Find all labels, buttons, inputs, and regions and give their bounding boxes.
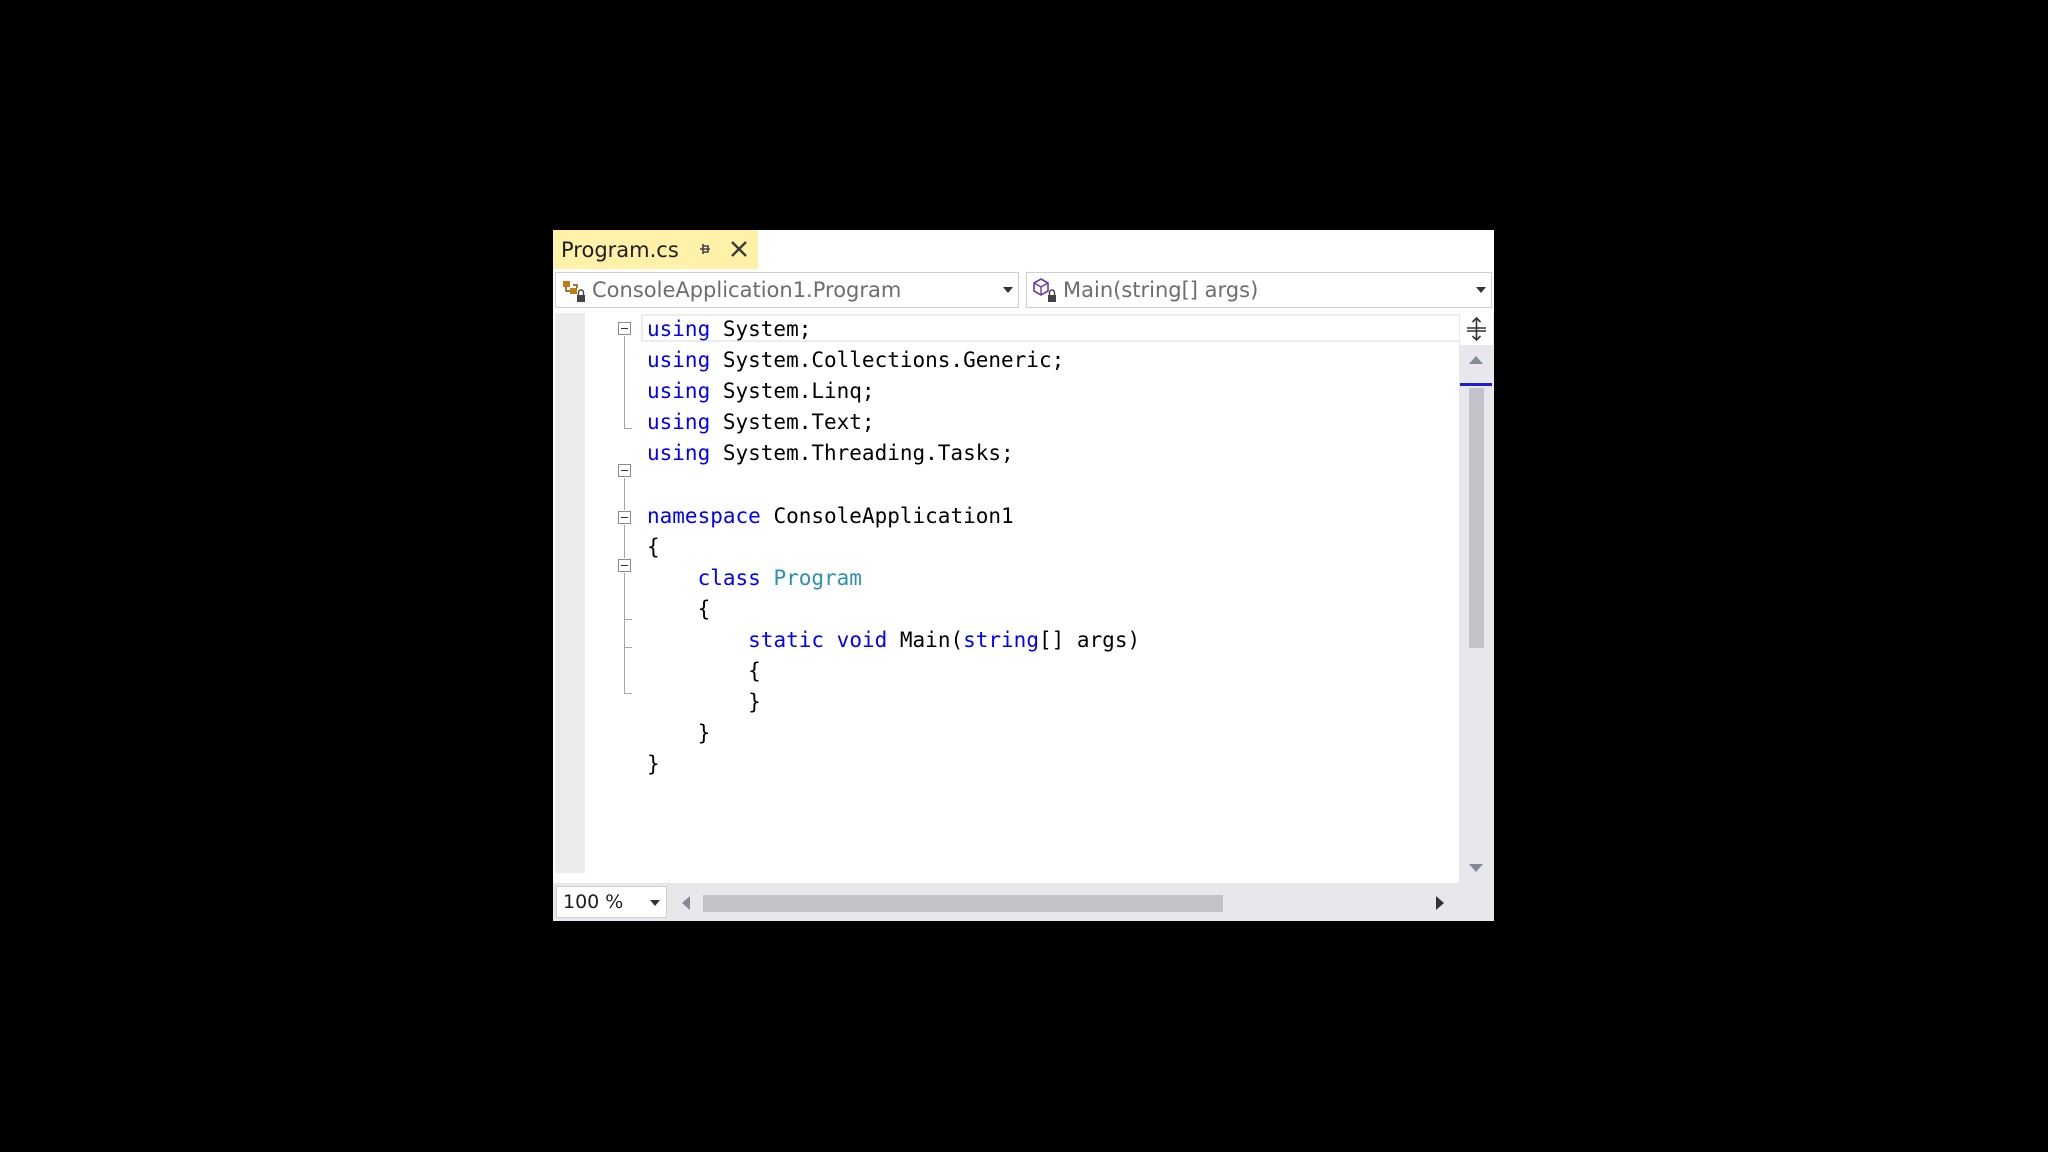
vertical-scrollbar[interactable] [1459, 313, 1494, 883]
keyword-token: using [647, 410, 711, 435]
outline-guide [624, 573, 625, 693]
outline-guide [624, 428, 632, 429]
keyword-token: void [836, 628, 888, 652]
type-dropdown-value: ConsoleApplication1.Program [592, 278, 902, 302]
code-token: System.Threading.Tasks; [710, 441, 1014, 466]
type-dropdown[interactable]: ConsoleApplication1.Program [555, 272, 1019, 308]
collapse-usings-icon[interactable] [618, 322, 631, 335]
code-token: { [647, 534, 660, 559]
zoom-level-dropdown[interactable]: 100 % [556, 886, 667, 918]
type-token: Program [773, 565, 862, 590]
class-icon [563, 281, 585, 302]
code-line: using System; [647, 314, 811, 345]
code-token: { [647, 596, 711, 621]
code-token: ConsoleApplication1 [760, 503, 1014, 528]
code-line: { [647, 594, 711, 625]
code-line: } [647, 718, 711, 749]
editor-bottom-bar: 100 % [553, 883, 1494, 921]
keyword-token: static [748, 628, 825, 652]
keyword-token: string [963, 628, 1039, 652]
keyword-token: using [647, 441, 711, 466]
code-line: using System.Linq; [647, 376, 875, 407]
code-token: System.Linq; [710, 379, 875, 404]
member-dropdown-value: Main(string[] args) [1063, 278, 1259, 302]
collapse-method-icon[interactable] [618, 559, 631, 572]
member-dropdown[interactable]: Main(string[] args) [1026, 272, 1492, 308]
scroll-up-icon[interactable] [1468, 355, 1484, 365]
scroll-right-icon[interactable] [1435, 895, 1445, 911]
scroll-left-icon[interactable] [681, 895, 691, 911]
code-token: { [647, 659, 761, 684]
code-token: } [647, 752, 660, 777]
pin-icon[interactable] [695, 239, 715, 259]
collapse-class-icon[interactable] [618, 511, 631, 524]
keyword-token: namespace [647, 503, 761, 528]
code-token: System; [710, 317, 812, 341]
split-editor-button[interactable] [1460, 313, 1493, 345]
keyword-token: class [697, 565, 761, 590]
code-line: } [647, 749, 660, 780]
code-token: Main( [887, 628, 964, 652]
indicator-margin [555, 313, 585, 873]
chevron-down-icon [1476, 287, 1486, 293]
code-line: class Program [647, 563, 862, 594]
method-icon [1033, 278, 1056, 302]
outline-guide [624, 478, 625, 510]
collapse-namespace-icon[interactable] [618, 464, 631, 477]
code-line: { [647, 656, 761, 687]
code-line: using System.Collections.Generic; [647, 345, 1064, 376]
close-icon[interactable] [729, 239, 749, 259]
code-line: { [647, 532, 660, 563]
horizontal-scroll-thumb[interactable] [703, 895, 1223, 912]
vertical-scroll-thumb[interactable] [1469, 388, 1484, 648]
code-line: using System.Threading.Tasks; [647, 438, 1014, 469]
keyword-token: using [647, 317, 711, 341]
code-token: System.Text; [710, 410, 875, 435]
outline-guide [624, 619, 632, 620]
code-line: using System.Text; [647, 407, 875, 438]
caret-position-marker [1460, 383, 1492, 386]
keyword-token: using [647, 379, 711, 404]
code-token: [] args) [1038, 628, 1141, 652]
navigation-bar: ConsoleApplication1.Program Main(string[… [553, 269, 1494, 311]
code-text-area[interactable]: using System; using System.Collections.Ge… [585, 313, 1479, 873]
scroll-down-icon[interactable] [1468, 863, 1484, 873]
zoom-level-value: 100 % [563, 891, 624, 913]
code-token: } [647, 690, 761, 715]
tab-program-cs[interactable]: Program.cs [553, 230, 758, 269]
code-line: namespace ConsoleApplication1 [647, 501, 1014, 532]
code-token: System.Collections.Generic; [710, 348, 1065, 373]
keyword-token: using [647, 348, 711, 373]
code-line: } [647, 687, 761, 718]
document-tab-strip: Program.cs [553, 230, 1494, 269]
tab-title: Program.cs [561, 237, 679, 262]
outline-guide [624, 647, 632, 648]
code-line: static void Main(string[] args) [647, 625, 1140, 656]
code-editor-window: Program.cs ConsoleApplication1.Program M… [553, 230, 1494, 921]
split-editor-icon [1467, 316, 1486, 342]
outline-guide [624, 525, 625, 558]
outline-guide [624, 336, 625, 428]
chevron-down-icon [1003, 287, 1013, 293]
outline-guide [624, 693, 632, 694]
code-token: } [647, 721, 711, 746]
chevron-down-icon [650, 900, 660, 906]
